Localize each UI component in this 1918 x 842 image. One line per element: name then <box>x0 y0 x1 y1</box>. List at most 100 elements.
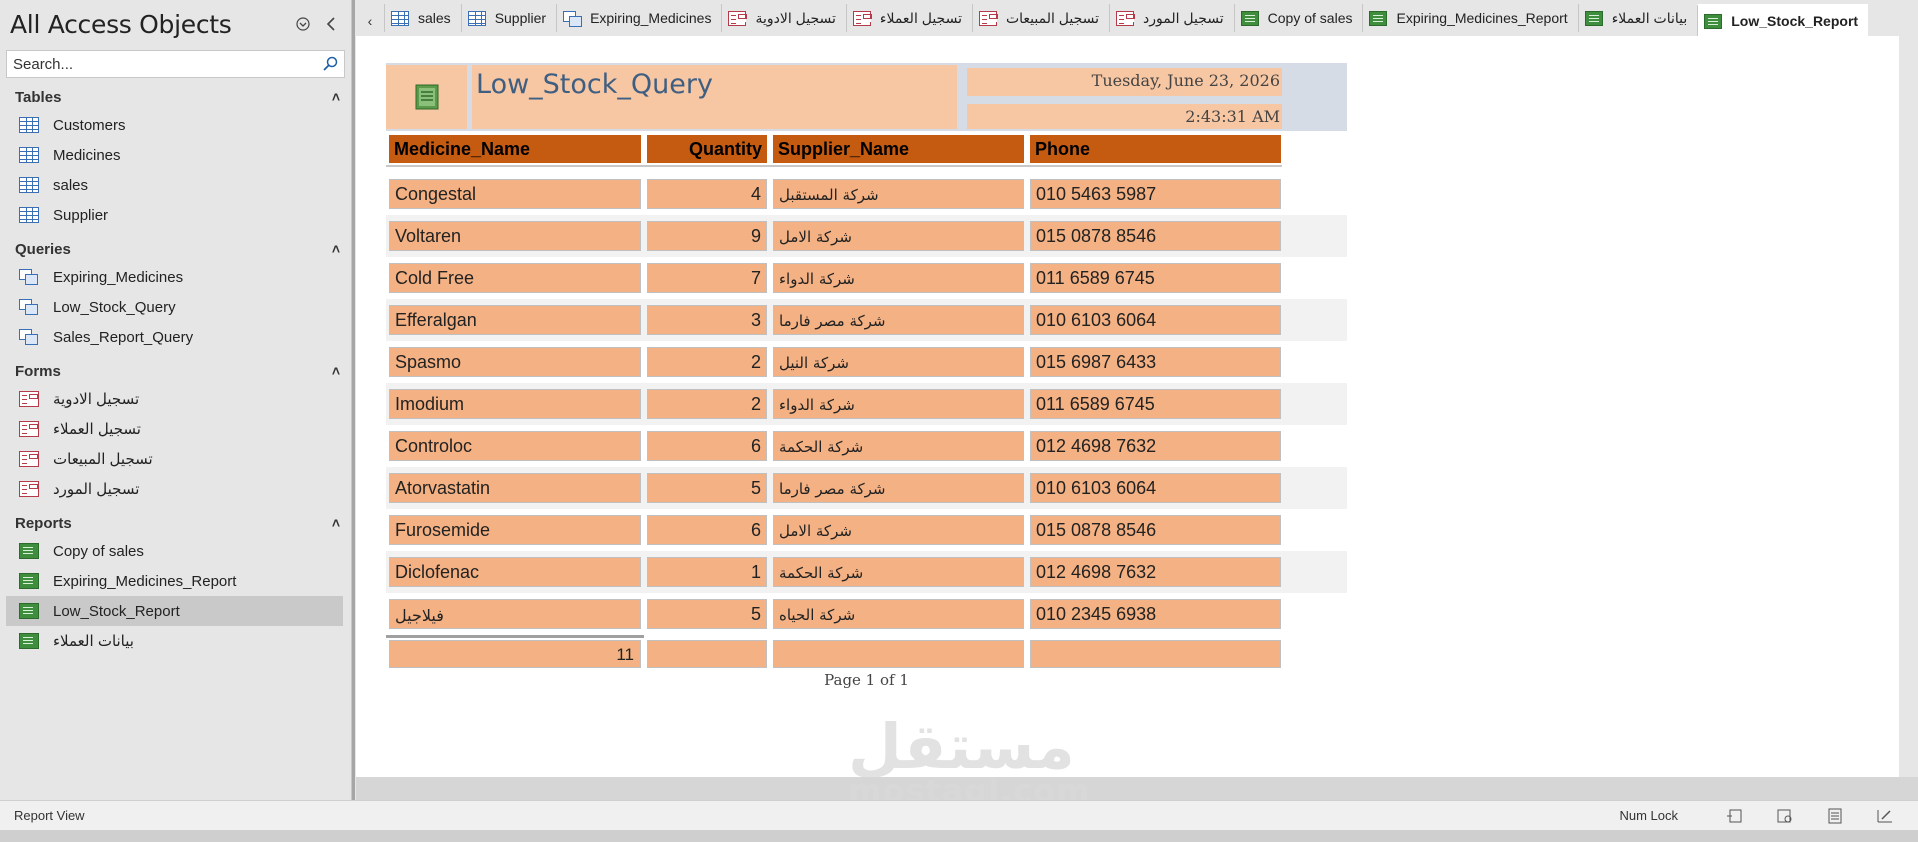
tab-sales[interactable]: sales <box>384 4 461 32</box>
form-icon <box>978 10 998 26</box>
cell-medicine-name: Imodium <box>389 389 641 419</box>
watermark: مستقل mostaql.com <box>848 710 1090 808</box>
cell-medicine-name: Controloc <box>389 431 641 461</box>
nav-item-sales[interactable]: sales <box>0 170 351 200</box>
cell-quantity: 5 <box>647 473 767 503</box>
cell-supplier-name: شركة الامل <box>773 515 1024 545</box>
tab-copy-of-sales[interactable]: Copy of sales <box>1233 4 1363 32</box>
tab-expiring-medicines[interactable]: Expiring_Medicines <box>556 4 722 32</box>
nav-item-label: تسجيل المورد <box>53 481 140 498</box>
nav-item-label: Customers <box>53 116 126 134</box>
cell-supplier-name: شركة الحكمة <box>773 431 1024 461</box>
nav-item-label: Expiring_Medicines_Report <box>53 572 237 590</box>
table-row: Congestal 4 شركة المستقبل 010 5463 5987 <box>386 173 1346 215</box>
nav-item-copy-of-sales[interactable]: Copy of sales <box>0 536 351 566</box>
tab-form-supplier[interactable]: تسجيل المورد <box>1109 4 1234 32</box>
query-icon <box>19 269 39 285</box>
tab-scroll-left-icon[interactable]: ‹ <box>356 6 384 36</box>
group-header-reports[interactable]: Reports ˄ <box>0 510 351 536</box>
report-view-icon[interactable] <box>1718 803 1752 829</box>
nav-item-low-stock-query[interactable]: Low_Stock_Query <box>0 292 351 322</box>
cell-supplier-name: شركة الدواء <box>773 389 1024 419</box>
nav-item-label: تسجيل المبيعات <box>53 451 153 468</box>
nav-item-label: Low_Stock_Report <box>53 602 180 620</box>
query-icon <box>563 10 583 27</box>
tab-label: تسجيل الادوية <box>755 9 836 26</box>
footer-empty-cell <box>1030 640 1281 668</box>
tab-supplier[interactable]: Supplier <box>460 4 557 32</box>
report-date: Tuesday, June 23, 2026 <box>1091 71 1280 90</box>
group-header-forms[interactable]: Forms ˄ <box>0 358 351 384</box>
watermark-arabic: مستقل <box>848 710 1075 783</box>
tab-expiring-medicines-report[interactable]: Expiring_Medicines_Report <box>1362 4 1578 32</box>
print-preview-icon[interactable] <box>1768 803 1802 829</box>
form-icon <box>852 10 872 26</box>
tab-label: Copy of sales <box>1267 10 1353 26</box>
nav-collapse-icon[interactable] <box>317 10 345 38</box>
report-icon <box>1240 10 1259 26</box>
table-row: Controloc 6 شركة الحكمة 012 4698 7632 <box>386 425 1346 467</box>
nav-item-form-customers[interactable]: تسجيل العملاء <box>0 414 351 444</box>
table-row: Diclofenac 1 شركة الحكمة 012 4698 7632 <box>386 551 1347 593</box>
tab-low-stock-report[interactable]: Low_Stock_Report <box>1697 4 1869 36</box>
nav-item-label: Expiring_Medicines <box>53 268 184 286</box>
cell-medicine-name: Diclofenac <box>389 557 641 587</box>
cell-phone: 011 6589 6745 <box>1030 389 1281 419</box>
report-rows: Congestal 4 شركة المستقبل 010 5463 5987 … <box>386 173 1347 635</box>
layout-view-icon[interactable] <box>1818 803 1852 829</box>
status-bar: Report View Num Lock <box>0 800 1918 830</box>
nav-item-expiring-medicines[interactable]: Expiring_Medicines <box>0 262 351 292</box>
cell-medicine-name: Efferalgan <box>389 305 641 335</box>
nav-item-medicines[interactable]: Medicines <box>0 140 351 170</box>
report-icon <box>19 543 39 559</box>
nav-search-input[interactable] <box>13 55 316 73</box>
header-divider <box>386 165 1282 167</box>
nav-menu-dropdown-icon[interactable] <box>289 10 317 38</box>
tab-label: Supplier <box>494 10 547 26</box>
nav-item-label: Medicines <box>53 146 121 164</box>
query-icon <box>19 299 39 315</box>
nav-item-low-stock-report[interactable]: Low_Stock_Report <box>6 596 343 626</box>
cell-medicine-name: Spasmo <box>389 347 641 377</box>
report-icon <box>1584 10 1603 26</box>
nav-item-label: Copy of sales <box>53 542 144 560</box>
table-icon <box>19 207 39 223</box>
nav-item-form-supplier[interactable]: تسجيل المورد <box>0 474 351 504</box>
cell-phone: 015 6987 6433 <box>1030 347 1281 377</box>
table-row: Imodium 2 شركة الدواء 011 6589 6745 <box>386 383 1347 425</box>
tab-customers-report[interactable]: بيانات العملاء <box>1577 4 1698 32</box>
report-icon <box>19 603 39 619</box>
nav-item-customers-report[interactable]: بيانات العملاء <box>0 626 351 656</box>
table-row: فيلاجيل 5 شركة الحياه 010 2345 6938 <box>386 593 1346 635</box>
cell-phone: 012 4698 7632 <box>1030 431 1281 461</box>
report: Low_Stock_Query Tuesday, June 23, 2026 2… <box>386 63 1347 695</box>
nav-splitter[interactable] <box>352 0 355 800</box>
total-divider <box>386 635 644 638</box>
form-icon <box>19 451 39 467</box>
tab-form-medicines[interactable]: تسجيل الادوية <box>721 4 846 32</box>
cell-quantity: 6 <box>647 431 767 461</box>
table-row: Spasmo 2 شركة النيل 015 6987 6433 <box>386 341 1346 383</box>
report-icon <box>19 633 39 649</box>
nav-item-sales-report-query[interactable]: Sales_Report_Query <box>0 322 351 352</box>
column-header-quantity: Quantity <box>647 135 767 163</box>
report-footer-row: 11 <box>386 635 1346 671</box>
nav-item-supplier[interactable]: Supplier <box>0 200 351 230</box>
group-header-tables[interactable]: Tables ˄ <box>0 84 351 110</box>
cell-quantity: 1 <box>647 557 767 587</box>
search-icon[interactable] <box>316 51 344 77</box>
form-icon <box>1116 10 1136 26</box>
tab-form-customers[interactable]: تسجيل العملاء <box>845 4 972 32</box>
nav-item-expiring-medicines-report[interactable]: Expiring_Medicines_Report <box>0 566 351 596</box>
group-header-queries[interactable]: Queries ˄ <box>0 236 351 262</box>
cell-quantity: 2 <box>647 389 767 419</box>
report-icon <box>1704 13 1723 29</box>
cell-supplier-name: شركة الحكمة <box>773 557 1024 587</box>
cell-supplier-name: شركة الامل <box>773 221 1024 251</box>
design-view-icon[interactable] <box>1868 803 1902 829</box>
nav-item-form-medicines[interactable]: تسجيل الادوية <box>0 384 351 414</box>
tab-form-sales[interactable]: تسجيل المبيعات <box>971 4 1110 32</box>
nav-item-customers[interactable]: Customers <box>0 110 351 140</box>
nav-item-form-sales[interactable]: تسجيل المبيعات <box>0 444 351 474</box>
footer-empty-cell <box>647 640 767 668</box>
